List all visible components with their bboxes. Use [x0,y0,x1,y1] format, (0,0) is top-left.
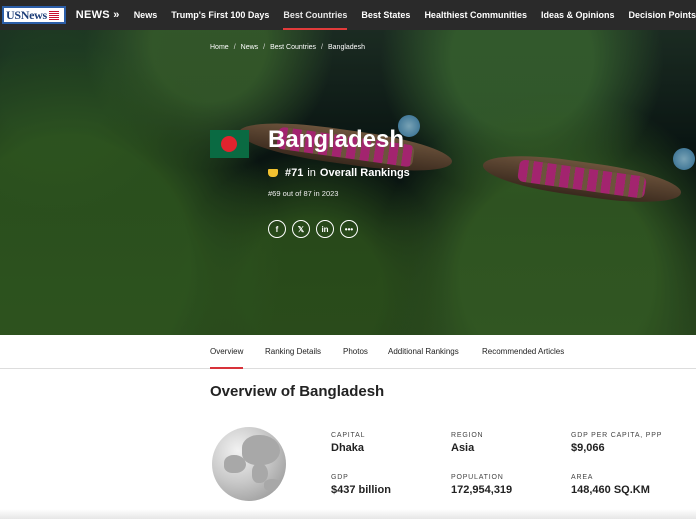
section-tabs: Overview Ranking Details Photos Addition… [0,335,696,369]
stat-region: REGION Asia [451,432,483,454]
nav-item-decision-points[interactable]: Decision Points [628,0,696,30]
tab-additional-rankings[interactable]: Additional Rankings [388,335,459,369]
more-icon[interactable]: ••• [340,220,358,238]
stat-value: $437 billion [331,484,391,496]
nav-item-news[interactable]: News [134,0,158,30]
flag-stripes-icon [48,10,59,20]
globe-map [212,427,286,501]
x-icon[interactable]: 𝕏 [292,220,310,238]
tab-ranking-details[interactable]: Ranking Details [265,335,321,369]
linkedin-icon[interactable]: in [316,220,334,238]
stat-label: AREA [571,474,594,481]
breadcrumb-home[interactable]: Home [210,44,229,51]
stat-label: GDP [331,474,349,481]
overview-heading: Overview of Bangladesh [210,383,385,400]
overall-rank: #71 in Overall Rankings [268,167,410,179]
rank-category-link[interactable]: Overall Rankings [320,167,410,179]
stat-gdp-per-capita: GDP PER CAPITA, PPP $9,066 [571,432,662,454]
hero-banner [0,30,696,335]
tab-overview[interactable]: Overview [210,335,244,369]
breadcrumb: Home / News / Best Countries / Banglades… [210,44,365,51]
stat-label: POPULATION [451,474,504,481]
nav-item-best-countries[interactable]: Best Countries [283,0,348,30]
page-title: Bangladesh [268,126,405,153]
usnews-logo[interactable]: USNews [2,6,66,24]
nav-item-best-states[interactable]: Best States [361,0,410,30]
stat-population: POPULATION 172,954,319 [451,474,512,496]
previous-rank: #69 out of 87 in 2023 [268,189,339,198]
stat-label: REGION [451,432,484,439]
facebook-icon[interactable]: f [268,220,286,238]
stat-label: GDP PER CAPITA, PPP [571,432,663,439]
stat-value: Asia [451,442,475,454]
stat-value: $9,066 [571,442,605,454]
top-nav: USNews NEWS » News Trump's First 100 Day… [0,0,696,30]
country-flag [210,130,249,158]
stat-value: 172,954,319 [451,484,513,496]
breadcrumb-best-countries[interactable]: Best Countries [270,44,316,51]
logo-text: USNews [6,7,47,22]
rank-badge-icon [268,169,278,177]
breadcrumb-news[interactable]: News [241,44,259,51]
stat-label: CAPITAL [331,432,366,439]
breadcrumb-current: Bangladesh [327,44,365,51]
stat-area: AREA 148,460 SQ.KM [571,474,650,496]
nav-item-first-100-days[interactable]: Trump's First 100 Days [171,0,269,30]
share-buttons: f 𝕏 in ••• [268,220,358,238]
rank-in-text: in [307,167,316,179]
nav-item-ideas-opinions[interactable]: Ideas & Opinions [541,0,615,30]
stat-value: 148,460 SQ.KM [571,484,650,496]
stat-gdp: GDP $437 billion [331,474,391,496]
stat-capital: CAPITAL Dhaka [331,432,365,454]
nav-item-healthiest-communities[interactable]: Healthiest Communities [424,0,527,30]
tab-photos[interactable]: Photos [343,335,368,369]
stat-value: Dhaka [331,442,365,454]
tab-recommended-articles[interactable]: Recommended Articles [482,335,564,369]
rank-number: #71 [285,167,304,179]
nav-news-menu[interactable]: NEWS » [76,9,120,21]
